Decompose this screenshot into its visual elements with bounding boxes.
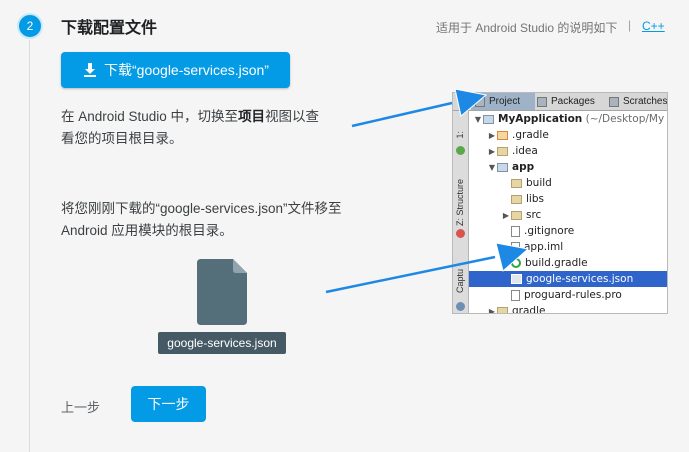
- arrow-to-json-file: [325, 242, 530, 294]
- arrow-to-project-tab: [351, 88, 488, 128]
- pointer-arrows: [325, 88, 530, 294]
